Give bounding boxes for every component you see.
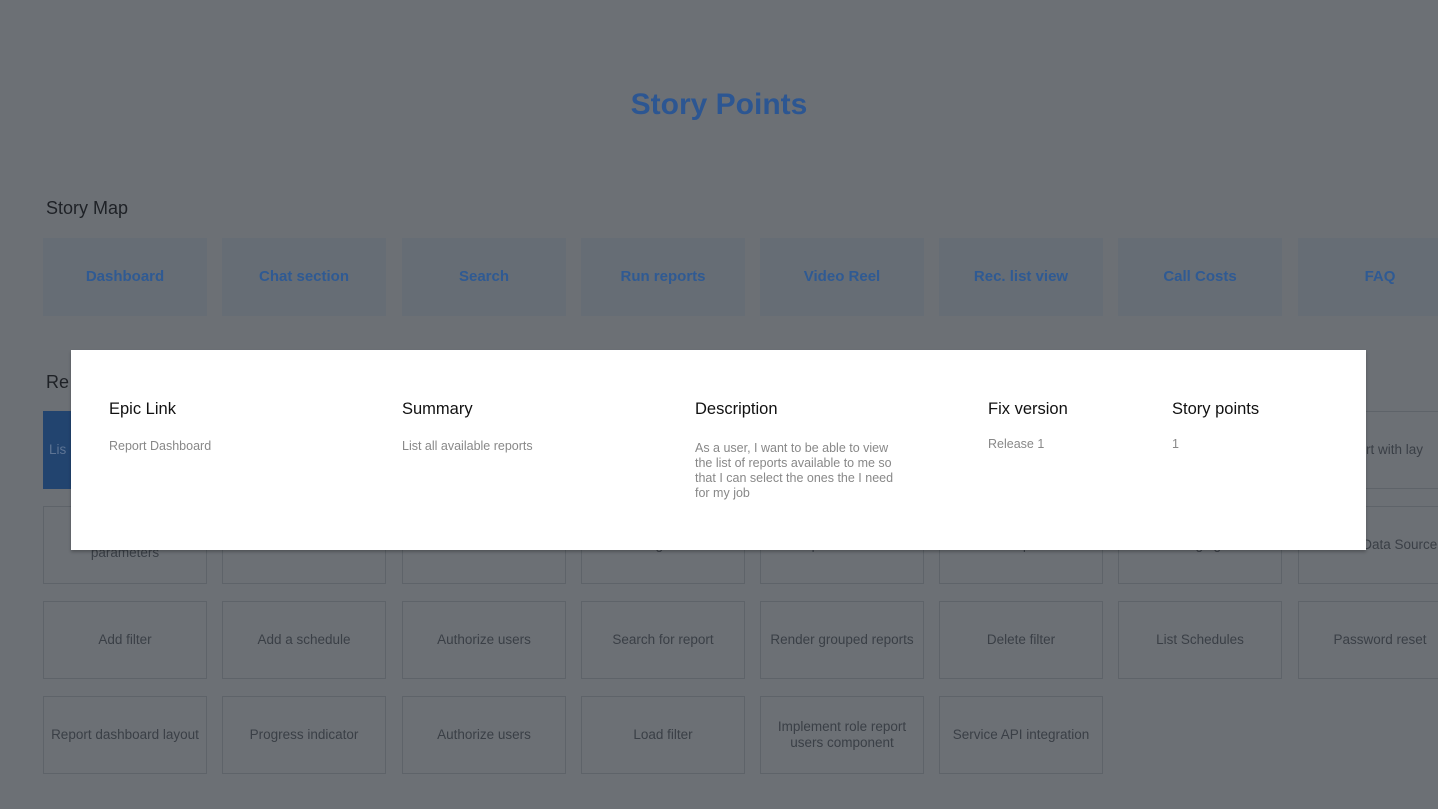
story-card[interactable]: Password reset xyxy=(1298,601,1438,679)
summary-label: Summary xyxy=(402,400,473,418)
epic-card[interactable]: Search xyxy=(402,238,566,316)
description-column: Description As a user, I want to be able … xyxy=(695,400,905,501)
epic-card[interactable]: Call Costs xyxy=(1118,238,1282,316)
epic-link-value: Report Dashboard xyxy=(109,439,212,453)
page-title: Story Points xyxy=(630,88,808,121)
epic-card[interactable]: Run reports xyxy=(581,238,745,316)
epic-card[interactable]: Video Reel xyxy=(760,238,924,316)
epic-card[interactable]: FAQ xyxy=(1298,238,1438,316)
fix-version-label: Fix version xyxy=(988,400,1068,418)
story-card[interactable]: Load filter xyxy=(581,696,745,774)
story-map-heading: Story Map xyxy=(46,198,129,218)
story-card[interactable]: Add a schedule xyxy=(222,601,386,679)
fix-version-column: Fix version Release 1 xyxy=(988,400,1198,452)
story-card[interactable]: Add filter xyxy=(43,601,207,679)
story-card[interactable]: Progress indicator xyxy=(222,696,386,774)
epic-card[interactable]: Chat section xyxy=(222,238,386,316)
epic-link-label: Epic Link xyxy=(109,400,176,418)
story-card[interactable]: Authorize users xyxy=(402,696,566,774)
epic-card[interactable]: Dashboard xyxy=(43,238,207,316)
fix-version-value: Release 1 xyxy=(988,437,1045,451)
story-card[interactable]: List Schedules xyxy=(1118,601,1282,679)
story-points-value: 1 xyxy=(1172,437,1179,451)
story-card[interactable]: Implement role report users component xyxy=(760,696,924,774)
story-points-column: Story points 1 xyxy=(1172,400,1382,452)
summary-value: List all available reports xyxy=(402,439,533,453)
epic-link-column: Epic Link Report Dashboard xyxy=(109,400,319,454)
summary-column: Summary List all available reports xyxy=(402,400,612,454)
epic-card[interactable]: Rec. list view xyxy=(939,238,1103,316)
release-heading: Re xyxy=(46,372,70,392)
story-card[interactable]: Report dashboard layout xyxy=(43,696,207,774)
story-card[interactable]: Authorize users xyxy=(402,601,566,679)
story-card[interactable]: Delete filter xyxy=(939,601,1103,679)
description-label: Description xyxy=(695,400,778,418)
story-points-label: Story points xyxy=(1172,400,1260,418)
story-card[interactable]: Render grouped reports xyxy=(760,601,924,679)
story-detail-modal: Epic Link Report Dashboard Summary List al… xyxy=(71,350,1366,550)
story-card[interactable]: Service API integration xyxy=(939,696,1103,774)
description-value: As a user, I want to be able to view the… xyxy=(695,441,894,500)
story-card[interactable]: Search for report xyxy=(581,601,745,679)
